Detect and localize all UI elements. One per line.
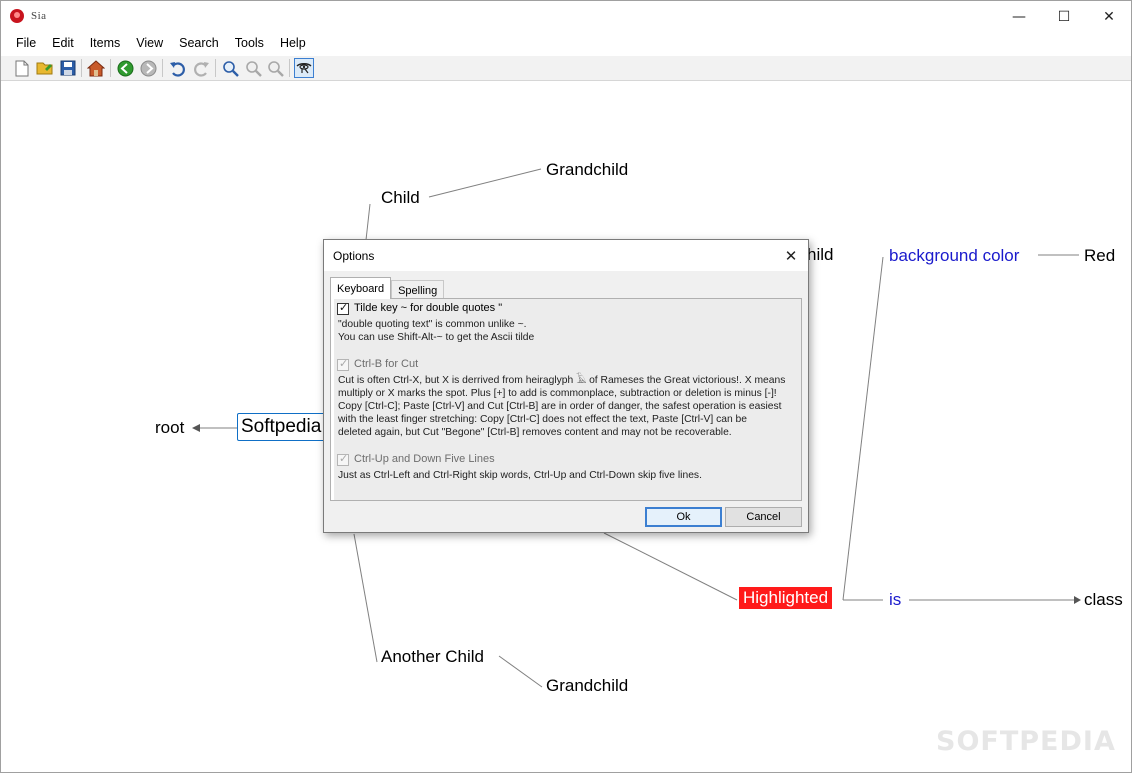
check-icon: ✓ xyxy=(339,452,349,465)
minimize-button[interactable]: — xyxy=(996,1,1042,32)
eye-of-horus-icon[interactable] xyxy=(294,58,314,78)
toolbar xyxy=(1,56,1131,81)
menu-file[interactable]: File xyxy=(1,33,44,55)
maximize-button[interactable]: ☐ xyxy=(1041,1,1087,32)
app-logo-icon xyxy=(10,9,24,23)
tilde-quotes-label: Tilde key ~ for double quotes " xyxy=(354,302,503,314)
menu-view[interactable]: View xyxy=(128,33,171,55)
ctrl-b-cut-label: Ctrl-B for Cut xyxy=(354,358,419,370)
redo-icon[interactable] xyxy=(191,58,211,78)
dialog-title-bar: Options ✕ xyxy=(324,240,808,271)
forward-icon[interactable] xyxy=(138,58,158,78)
check-icon: ✓ xyxy=(339,301,349,314)
options-dialog: Options ✕ Keyboard Spelling ✓ Tilde key … xyxy=(323,239,809,533)
ctrl-b-cut-checkbox[interactable]: ✓ xyxy=(337,357,349,371)
ok-button[interactable]: Ok xyxy=(645,507,722,527)
ctrl-b-cut-desc-line: with the least finger stretching: Copy [… xyxy=(338,414,748,425)
dialog-title: Options xyxy=(333,249,375,263)
open-folder-icon[interactable] xyxy=(35,58,55,78)
tilde-quotes-checkbox[interactable]: ✓ xyxy=(337,301,349,315)
node-highlighted[interactable]: Highlighted xyxy=(739,587,833,609)
menu-search[interactable]: Search xyxy=(171,33,227,55)
title-bar: Sia — ☐ ✕ xyxy=(1,1,1131,32)
toolbar-separator xyxy=(162,59,163,77)
menu-tools[interactable]: Tools xyxy=(227,33,272,55)
node-is[interactable]: is xyxy=(889,590,901,610)
zoom-out-icon[interactable] xyxy=(243,58,263,78)
undo-icon[interactable] xyxy=(167,58,187,78)
node-grandchild-top[interactable]: Grandchild xyxy=(546,160,628,180)
ctrl-b-cut-desc-line: multiply or X marks the spot. Plus [+] t… xyxy=(338,388,777,399)
zoom-reset-icon[interactable] xyxy=(265,58,285,78)
tilde-quotes-desc-line: "double quoting text" is common unlike ~… xyxy=(338,319,527,330)
tilde-quotes-desc-line: You can use Shift-Alt-~ to get the Ascii… xyxy=(338,332,535,343)
menu-bar: File Edit Items View Search Tools Help xyxy=(1,33,1131,55)
menu-help[interactable]: Help xyxy=(272,33,314,55)
toolbar-separator xyxy=(215,59,216,77)
keyboard-tab-panel: ✓ Tilde key ~ for double quotes " "doubl… xyxy=(330,298,802,501)
node-grandchild-bottom[interactable]: Grandchild xyxy=(546,676,628,696)
toolbar-separator xyxy=(289,59,290,77)
back-icon[interactable] xyxy=(115,58,135,78)
node-background-color[interactable]: background color xyxy=(889,246,1019,266)
node-child[interactable]: Child xyxy=(381,188,420,208)
tab-keyboard[interactable]: Keyboard xyxy=(330,277,392,299)
dialog-close-button[interactable]: ✕ xyxy=(774,240,808,271)
node-red[interactable]: Red xyxy=(1084,246,1115,266)
node-another-child[interactable]: Another Child xyxy=(381,647,484,667)
ctrl-b-cut-desc-line: Cut is often Ctrl-X, but X is derrived f… xyxy=(338,375,786,386)
toolbar-separator xyxy=(81,59,82,77)
zoom-in-icon[interactable] xyxy=(220,58,240,78)
node-root[interactable]: root xyxy=(155,418,184,438)
node-partial-child[interactable]: hild xyxy=(807,245,833,265)
ctrl-up-down-label: Ctrl-Up and Down Five Lines xyxy=(354,453,495,465)
toolbar-separator xyxy=(110,59,111,77)
ctrl-b-cut-desc-line: deleted again, but Cut "Begone" [Ctrl-B]… xyxy=(338,427,732,438)
tab-spelling[interactable]: Spelling xyxy=(391,280,445,299)
home-icon[interactable] xyxy=(86,58,106,78)
ctrl-up-down-desc-line: Just as Ctrl-Left and Ctrl-Right skip wo… xyxy=(338,470,702,481)
node-softpedia-selected[interactable]: Softpedia xyxy=(237,413,326,441)
save-icon[interactable] xyxy=(58,58,78,78)
dialog-tabs: Keyboard Spelling xyxy=(330,277,445,299)
close-window-button[interactable]: ✕ xyxy=(1086,1,1132,32)
ctrl-up-down-checkbox[interactable]: ✓ xyxy=(337,452,349,466)
menu-edit[interactable]: Edit xyxy=(44,33,82,55)
window-title: Sia xyxy=(31,10,47,22)
check-icon: ✓ xyxy=(339,357,349,370)
softpedia-watermark: SOFTPEDIA xyxy=(936,726,1116,757)
cancel-button[interactable]: Cancel xyxy=(725,507,802,527)
options-list: ✓ Tilde key ~ for double quotes " "doubl… xyxy=(334,299,801,500)
new-file-icon[interactable] xyxy=(12,58,32,78)
node-class[interactable]: class xyxy=(1084,590,1123,610)
menu-items[interactable]: Items xyxy=(82,33,129,55)
ctrl-b-cut-desc-line: Copy [Ctrl-C]; Paste [Ctrl-V] and Cut [C… xyxy=(338,401,782,412)
